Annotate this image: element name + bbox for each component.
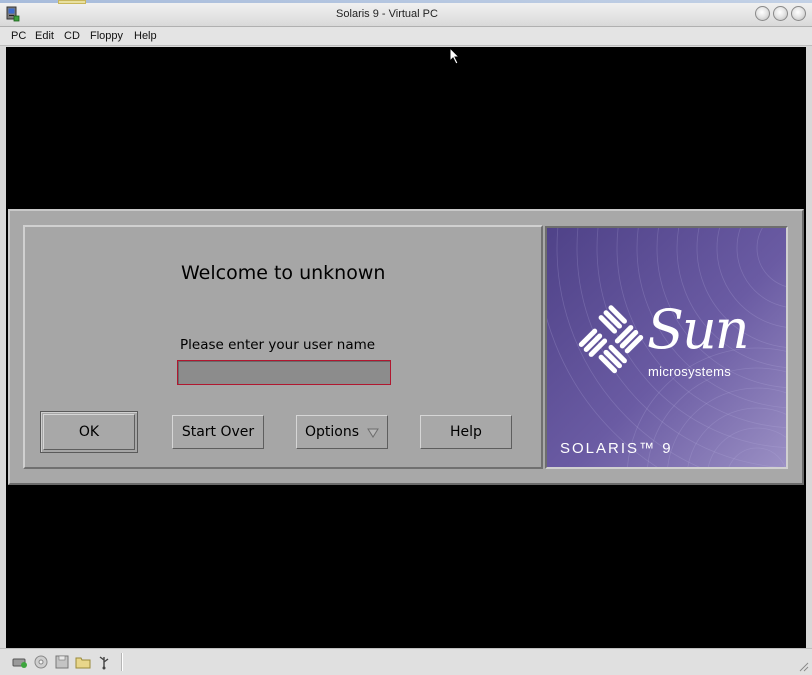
start-over-button[interactable]: Start Over bbox=[172, 415, 264, 449]
zoom-icon[interactable] bbox=[773, 6, 788, 21]
menu-pc[interactable]: PC bbox=[9, 29, 28, 43]
close-icon[interactable] bbox=[791, 6, 806, 21]
help-button[interactable]: Help bbox=[420, 415, 512, 449]
menu-edit[interactable]: Edit bbox=[33, 29, 56, 43]
network-icon[interactable] bbox=[12, 654, 28, 670]
resize-grip-icon[interactable] bbox=[797, 660, 809, 672]
status-separator bbox=[121, 653, 122, 671]
options-button-label: Options bbox=[305, 424, 360, 440]
menu-cd[interactable]: CD bbox=[62, 29, 82, 43]
floppy-icon[interactable] bbox=[54, 654, 70, 670]
solaris-version-label: SOLARIS™ 9 bbox=[560, 440, 673, 457]
shared-folder-icon[interactable] bbox=[75, 654, 91, 670]
title-bar[interactable]: Solaris 9 - Virtual PC bbox=[0, 0, 812, 27]
dropdown-arrow-icon bbox=[367, 428, 379, 438]
username-prompt: Please enter your user name bbox=[180, 337, 376, 353]
options-button[interactable]: Options bbox=[296, 415, 388, 449]
ok-button[interactable]: OK bbox=[43, 414, 135, 450]
sun-wordmark: Sun bbox=[647, 298, 750, 361]
welcome-message: Welcome to unknown bbox=[181, 262, 386, 284]
window-title: Solaris 9 - Virtual PC bbox=[336, 8, 438, 20]
microsystems-wordmark: microsystems bbox=[648, 364, 732, 379]
minimize-icon[interactable] bbox=[755, 6, 770, 21]
window-controls bbox=[755, 6, 806, 21]
title-bar-stripe bbox=[0, 0, 812, 3]
window-tab bbox=[58, 0, 86, 4]
username-input[interactable] bbox=[177, 360, 391, 385]
cd-icon[interactable] bbox=[33, 654, 49, 670]
device-icons bbox=[12, 654, 112, 670]
usb-icon[interactable] bbox=[96, 654, 112, 670]
menu-help[interactable]: Help bbox=[132, 29, 159, 43]
menu-floppy[interactable]: Floppy bbox=[88, 29, 125, 43]
mouse-cursor-icon bbox=[449, 47, 461, 65]
status-bar bbox=[0, 648, 812, 675]
menu-bar: PC Edit CD Floppy Help bbox=[0, 27, 812, 46]
